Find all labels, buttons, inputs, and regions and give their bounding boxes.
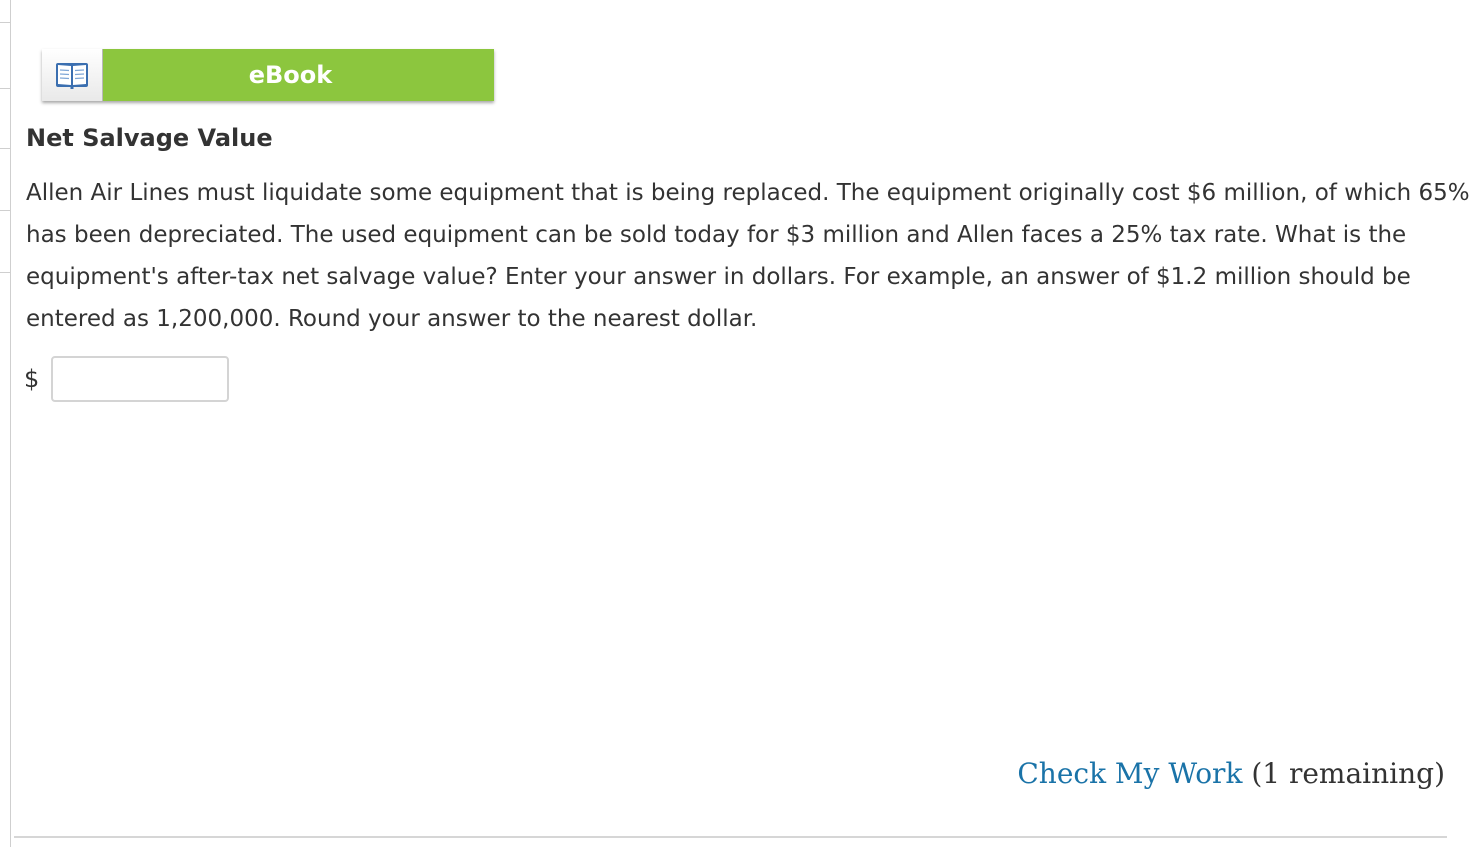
open-book-icon bbox=[56, 63, 88, 89]
ebook-button[interactable]: eBook bbox=[42, 49, 494, 101]
attempts-remaining: (1 remaining) bbox=[1251, 757, 1445, 790]
ebook-icon-box bbox=[42, 49, 103, 101]
currency-symbol: $ bbox=[24, 365, 40, 393]
question-text: Allen Air Lines must liquidate some equi… bbox=[26, 180, 1470, 332]
left-border-tick bbox=[0, 22, 10, 23]
question-page: eBook Net Salvage Value Allen Air Lines … bbox=[0, 0, 1475, 847]
check-my-work-link[interactable]: Check My Work bbox=[1017, 757, 1242, 790]
ebook-label: eBook bbox=[103, 49, 494, 101]
check-my-work-row: Check My Work (1 remaining) bbox=[1017, 757, 1445, 790]
left-border-tick bbox=[0, 88, 10, 89]
answer-input[interactable] bbox=[51, 356, 230, 402]
left-border-tick bbox=[0, 210, 10, 211]
left-border bbox=[10, 0, 11, 847]
answer-row: $ bbox=[24, 356, 230, 402]
bottom-divider bbox=[14, 836, 1447, 838]
left-border-tick bbox=[0, 272, 10, 273]
question-title: Net Salvage Value bbox=[26, 124, 273, 152]
left-border-tick bbox=[0, 148, 10, 149]
